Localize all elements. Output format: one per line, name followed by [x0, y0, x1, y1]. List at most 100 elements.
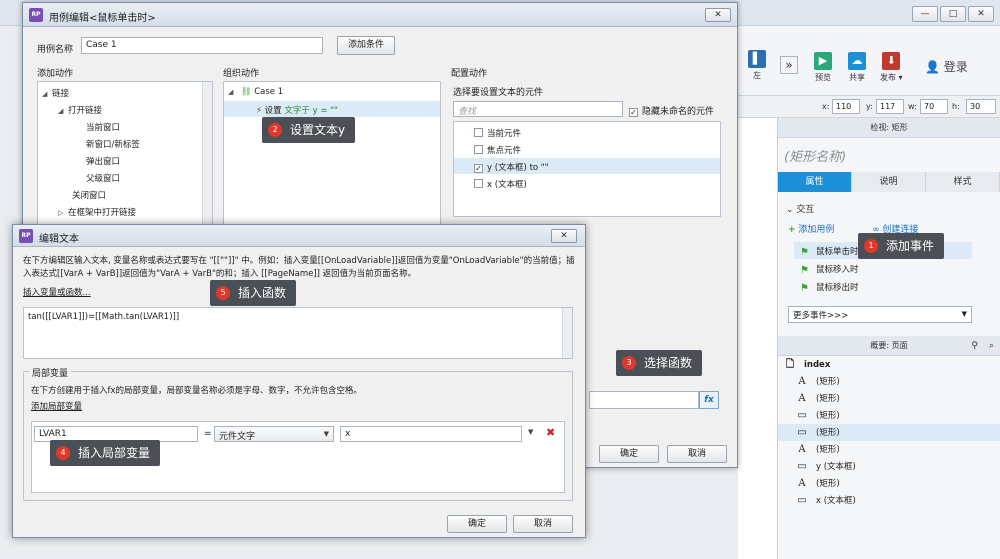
callout-add-event: 1 添加事件	[858, 233, 945, 259]
inspector-header: 检视: 矩形	[778, 118, 1000, 138]
event-icon: ⚑	[800, 283, 809, 294]
action-node-set-text[interactable]: ⚡ 设置 文字于 y = ""	[256, 104, 338, 116]
w-label: w:	[908, 102, 917, 111]
value-field[interactable]	[589, 391, 699, 409]
design-canvas[interactable]	[738, 118, 778, 559]
hide-unnamed-checkbox[interactable]: ✓ 隐藏未命名的元件	[629, 104, 714, 117]
tree-item-links[interactable]: ◢ 链接	[42, 87, 69, 99]
variable-type-select[interactable]: 元件文字 ▼	[214, 426, 334, 442]
tab-properties[interactable]: 属性	[778, 172, 852, 192]
case-cancel-button[interactable]: 取消	[667, 445, 727, 463]
edit-text-dialog: RP 编辑文本 ✕ 在下方编辑区输入文本, 变量名称或表达式要写在 "[[""]…	[12, 224, 586, 538]
widget-item-focus[interactable]: 焦点元件	[474, 144, 521, 156]
delete-variable-icon[interactable]: ✖	[546, 426, 555, 439]
add-case-link[interactable]: + 添加用例	[788, 222, 834, 235]
x-field[interactable]: 110	[832, 99, 860, 114]
event-enter-label: 鼠标移入时	[816, 265, 859, 275]
widget-item-y[interactable]: ✓ y (文本框) to ""	[474, 161, 549, 173]
widget-list: 当前元件 焦点元件 ✓ y (文本框) to "" x (文本框)	[453, 121, 721, 217]
checkbox-icon	[474, 128, 483, 137]
event-mouse-enter[interactable]: ⚑ 鼠标移入时	[800, 263, 859, 276]
share-button[interactable]: ☁ 共享	[848, 52, 866, 83]
variable-type-value: 元件文字	[219, 432, 256, 442]
tree-item-new-window[interactable]: 新窗口/新标签	[86, 138, 140, 150]
text-dialog-close-button[interactable]: ✕	[551, 229, 577, 243]
event-mouse-leave[interactable]: ⚑ 鼠标移出时	[800, 281, 859, 294]
text-shape-icon: A	[798, 444, 806, 455]
outline-page[interactable]: 🗋 index	[778, 356, 1000, 373]
outline-item[interactable]: ▭ (矩形)	[778, 407, 1000, 424]
callout-text: 添加事件	[886, 239, 935, 253]
tree-item-popup[interactable]: 弹出窗口	[86, 155, 120, 167]
organize-actions-panel: ◢ ⛓ Case 1 ⚡ 设置 文字于 y = ""	[223, 81, 441, 227]
tab-notes[interactable]: 说明	[852, 172, 926, 192]
more-events-dropdown[interactable]: 更多事件>>> ▼	[788, 306, 972, 323]
fx-function-button[interactable]: fx	[699, 391, 719, 409]
equals-sign: =	[204, 429, 212, 439]
filter-icon[interactable]: ⚲	[971, 336, 978, 356]
w-field[interactable]: 70	[920, 99, 948, 114]
login-button[interactable]: 👤 登录	[925, 58, 968, 75]
widget-search-input[interactable]: 查找	[453, 101, 623, 117]
h-field[interactable]: 30	[966, 99, 996, 114]
widget-item-x[interactable]: x (文本框)	[474, 178, 527, 190]
editor-scrollbar[interactable]	[562, 308, 572, 358]
tree-item-label: 链接	[52, 89, 70, 99]
case-node[interactable]: ◢ ⛓ Case 1	[228, 87, 283, 97]
tree-item-open-link[interactable]: ◢ 打开链接	[58, 104, 102, 116]
text-editor[interactable]: tan([[LVAR1]])=[[Math.tan(LVAR1)]]	[23, 307, 573, 359]
login-label: 登录	[943, 60, 968, 74]
add-condition-button[interactable]: 添加条件	[337, 36, 395, 55]
expand-toolbar-button[interactable]: »	[780, 56, 798, 74]
tree-item-close-window[interactable]: 关闭窗口	[72, 189, 106, 201]
tree-item-open-in-frame[interactable]: ▷ 在框架中打开链接	[58, 206, 136, 218]
outline-item[interactable]: ▭ y (文本框)	[778, 458, 1000, 475]
outline-item[interactable]: A (矩形)	[778, 390, 1000, 407]
vertical-scrollbar[interactable]	[202, 82, 212, 226]
insert-variable-link[interactable]: 插入变量或函数...	[23, 287, 91, 300]
hide-unnamed-label: 隐藏未命名的元件	[642, 107, 715, 117]
outline-item[interactable]: A (矩形)	[778, 441, 1000, 458]
tree-item-current-window[interactable]: 当前窗口	[86, 121, 120, 133]
checkbox-icon	[474, 145, 483, 154]
case-name-field[interactable]: Case 1	[81, 37, 323, 54]
textbox-icon: ▭	[797, 495, 807, 506]
tree-item-label: 打开链接	[68, 106, 103, 116]
preview-button[interactable]: ▶ 预览	[814, 52, 832, 83]
add-local-variable-link[interactable]: 添加局部变量	[31, 401, 82, 414]
text-ok-button[interactable]: 确定	[447, 515, 507, 533]
y-field[interactable]: 117	[876, 99, 904, 114]
variable-target-field[interactable]: x	[340, 426, 522, 442]
callout-number: 4	[56, 446, 70, 460]
chevron-down-icon[interactable]: ▼	[528, 428, 533, 436]
app-close-button[interactable]: ✕	[968, 6, 994, 22]
search-icon[interactable]: ⌕	[989, 336, 994, 356]
text-cancel-button[interactable]: 取消	[513, 515, 573, 533]
rectangle-icon: ▭	[797, 427, 807, 438]
page-icon: 🗋	[785, 359, 795, 370]
shape-name-field[interactable]: (矩形名称)	[784, 146, 846, 165]
text-dialog-titlebar: RP 编辑文本 ✕	[13, 225, 585, 247]
tree-item-label: 关闭窗口	[72, 191, 107, 201]
outline-item[interactable]: A (矩形)	[778, 373, 1000, 390]
widget-label: 焦点元件	[487, 146, 522, 156]
more-events-label: 更多事件>>>	[793, 311, 849, 321]
chevron-down-icon: ⌄	[786, 205, 794, 215]
tree-item-parent-window[interactable]: 父级窗口	[86, 172, 120, 184]
publish-button[interactable]: ⬇ 发布 ▾	[880, 52, 903, 83]
outline-item[interactable]: A (矩形)	[778, 475, 1000, 492]
align-left-button[interactable]: ▌ 左	[748, 50, 766, 81]
tab-style[interactable]: 样式	[926, 172, 1000, 192]
text-dialog-title: 编辑文本	[39, 234, 79, 245]
widget-item-current[interactable]: 当前元件	[474, 127, 521, 139]
expand-triangle-icon: ◢	[42, 90, 48, 98]
rectangle-icon: ▭	[797, 410, 807, 421]
event-click[interactable]: ⚑ 鼠标单击时	[800, 245, 859, 258]
maximize-button[interactable]: □	[940, 6, 966, 22]
outline-item[interactable]: ▭ x (文本框)	[778, 492, 1000, 509]
case-ok-button[interactable]: 确定	[599, 445, 659, 463]
outline-title: 概要: 页面	[870, 341, 908, 350]
minimize-button[interactable]: —	[912, 6, 938, 22]
case-dialog-close-button[interactable]: ✕	[705, 8, 731, 22]
outline-item[interactable]: ▭ (矩形)	[778, 424, 1000, 441]
